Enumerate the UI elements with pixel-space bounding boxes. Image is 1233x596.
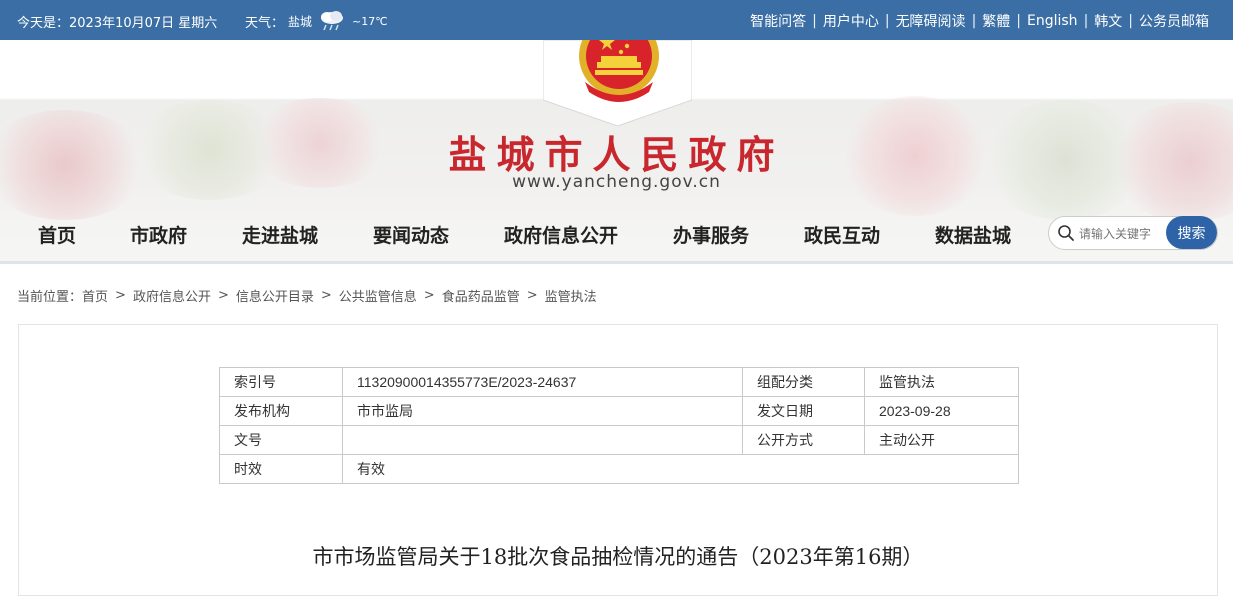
nav-item-interaction[interactable]: 政民互动 bbox=[804, 221, 880, 248]
table-cell-value: 有效 bbox=[343, 455, 1019, 484]
table-cell-value: 市市监局 bbox=[343, 397, 743, 426]
divider: | bbox=[1084, 13, 1089, 29]
link-civil-servant-mail[interactable]: 公务员邮箱 bbox=[1139, 11, 1209, 31]
table-cell-label: 时效 bbox=[220, 455, 343, 484]
metadata-table: 索引号 11320900014355773E/2023-24637 组配分类 监… bbox=[219, 367, 1019, 484]
table-cell-value bbox=[343, 426, 743, 455]
weather-city: 盐城 bbox=[288, 13, 312, 30]
table-cell-label: 组配分类 bbox=[743, 368, 865, 397]
table-cell-value: 11320900014355773E/2023-24637 bbox=[343, 368, 743, 397]
nav-item-news[interactable]: 要闻动态 bbox=[373, 221, 449, 248]
weather-temp: ~17℃ bbox=[352, 15, 388, 28]
nav-item-about-yancheng[interactable]: 走进盐城 bbox=[242, 221, 318, 248]
table-cell-label: 公开方式 bbox=[743, 426, 865, 455]
nav-item-home[interactable]: 首页 bbox=[38, 221, 76, 248]
nav-item-city-government[interactable]: 市政府 bbox=[130, 221, 187, 248]
breadcrumb-home[interactable]: 首页 bbox=[82, 286, 108, 305]
site-url: www.yancheng.gov.cn bbox=[0, 172, 1233, 192]
divider: | bbox=[812, 13, 817, 29]
link-smart-qa[interactable]: 智能问答 bbox=[750, 11, 806, 31]
divider: | bbox=[1016, 13, 1021, 29]
search-button[interactable]: 搜索 bbox=[1166, 216, 1217, 249]
site-title: 盐城市人民政府 bbox=[0, 124, 1233, 179]
article-title: 市市场监管局关于18批次食品抽检情况的通告（2023年第16期） bbox=[19, 541, 1217, 571]
link-traditional-chinese[interactable]: 繁體 bbox=[982, 11, 1010, 31]
content-panel: 索引号 11320900014355773E/2023-24637 组配分类 监… bbox=[18, 324, 1218, 596]
link-accessibility[interactable]: 无障碍阅读 bbox=[896, 11, 966, 31]
nav-item-services[interactable]: 办事服务 bbox=[673, 221, 749, 248]
breadcrumb-separator: > bbox=[424, 288, 435, 303]
table-cell-label: 发文日期 bbox=[743, 397, 865, 426]
link-user-center[interactable]: 用户中心 bbox=[823, 11, 879, 31]
table-cell-value: 主动公开 bbox=[865, 426, 1019, 455]
search-input[interactable] bbox=[1077, 223, 1173, 245]
table-cell-value: 监管执法 bbox=[865, 368, 1019, 397]
table-cell-label: 发布机构 bbox=[220, 397, 343, 426]
table-cell-label: 文号 bbox=[220, 426, 343, 455]
divider: | bbox=[972, 13, 977, 29]
top-links: 智能问答 | 用户中心 | 无障碍阅读 | 繁體 | English | 韩文 … bbox=[750, 11, 1209, 31]
nav-item-data-yancheng[interactable]: 数据盐城 bbox=[935, 221, 1011, 248]
link-english[interactable]: English bbox=[1027, 13, 1078, 29]
nav-item-info-disclosure[interactable]: 政府信息公开 bbox=[504, 221, 618, 248]
table-row: 索引号 11320900014355773E/2023-24637 组配分类 监… bbox=[220, 368, 1019, 397]
divider: | bbox=[885, 13, 890, 29]
table-row: 发布机构 市市监局 发文日期 2023-09-28 bbox=[220, 397, 1019, 426]
divider: | bbox=[1128, 13, 1133, 29]
table-cell-label: 索引号 bbox=[220, 368, 343, 397]
table-row: 时效 有效 bbox=[220, 455, 1019, 484]
breadcrumb-catalog[interactable]: 信息公开目录 bbox=[236, 286, 314, 305]
table-row: 文号 公开方式 主动公开 bbox=[220, 426, 1019, 455]
breadcrumb-public-supervision[interactable]: 公共监管信息 bbox=[339, 286, 417, 305]
top-bar: 今天是：2023年10月07日 星期六 天气： 盐城 ~17℃ 智能问答 | 用… bbox=[0, 0, 1233, 40]
breadcrumb-enforcement[interactable]: 监管执法 bbox=[545, 286, 597, 305]
breadcrumb-separator: > bbox=[218, 288, 229, 303]
breadcrumb-info-disclosure[interactable]: 政府信息公开 bbox=[133, 286, 211, 305]
weather-label: 天气： bbox=[245, 12, 284, 31]
table-cell-value: 2023-09-28 bbox=[865, 397, 1019, 426]
divider bbox=[0, 261, 1233, 264]
national-emblem-icon bbox=[573, 40, 665, 108]
breadcrumb-separator: > bbox=[321, 288, 332, 303]
breadcrumb-food-drug[interactable]: 食品药品监管 bbox=[442, 286, 520, 305]
search-icon bbox=[1057, 224, 1075, 246]
breadcrumb-label: 当前位置： bbox=[17, 286, 82, 305]
main-nav: 首页 市政府 走进盐城 要闻动态 政府信息公开 办事服务 政民互动 数据盐城 bbox=[0, 213, 1040, 255]
link-korean[interactable]: 韩文 bbox=[1094, 11, 1122, 31]
breadcrumb: 当前位置： 首页 > 政府信息公开 > 信息公开目录 > 公共监管信息 > 食品… bbox=[17, 286, 597, 305]
breadcrumb-separator: > bbox=[115, 288, 126, 303]
cloud-rain-icon bbox=[316, 13, 348, 31]
weather-widget: 天气： 盐城 ~17℃ bbox=[245, 12, 388, 31]
date-text: 今天是：2023年10月07日 星期六 bbox=[17, 12, 217, 31]
breadcrumb-separator: > bbox=[527, 288, 538, 303]
